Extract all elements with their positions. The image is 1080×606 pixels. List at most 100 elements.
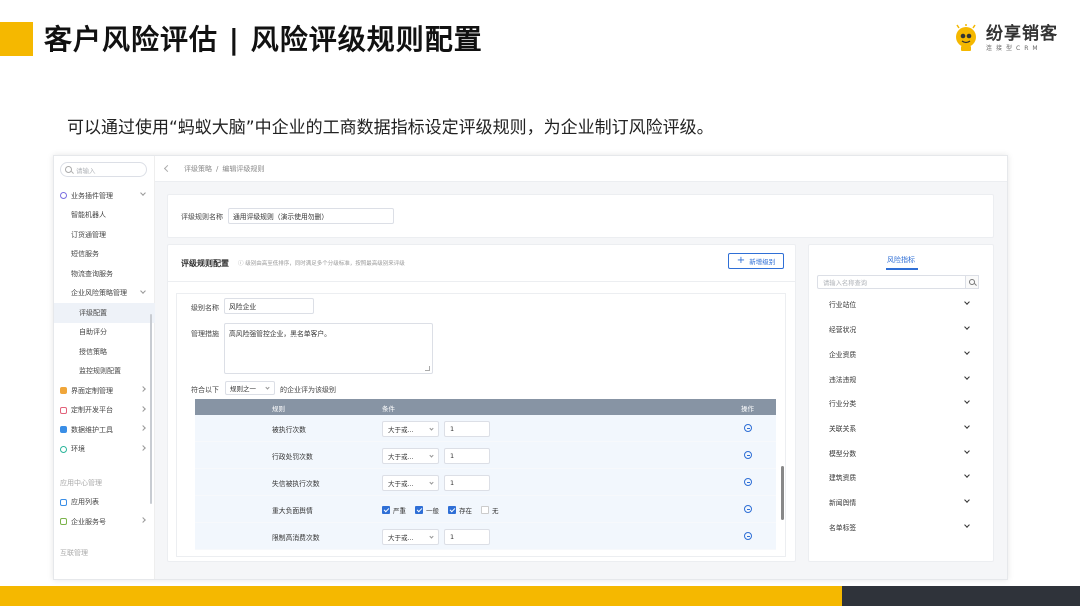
sidebar-item-logistics[interactable]: 物流查询服务: [54, 264, 155, 284]
chevron-down-icon[interactable]: [964, 398, 970, 404]
sidebar-scrollbar[interactable]: [150, 314, 152, 504]
layout-icon: [60, 387, 67, 395]
operator-select[interactable]: 大于或...: [382, 448, 439, 464]
remove-icon[interactable]: [744, 424, 752, 432]
sidebar-item-dev-platform[interactable]: 定制开发平台: [54, 401, 155, 421]
sidebar-search-input[interactable]: 请输入: [60, 162, 147, 177]
env-icon: [60, 445, 67, 453]
column-condition: 条件: [382, 405, 395, 413]
sidebar-item-sms[interactable]: 短信服务: [54, 245, 155, 265]
level-panel-scrollbar[interactable]: [781, 466, 784, 520]
chevron-down-icon[interactable]: [964, 349, 970, 355]
indicator-item[interactable]: 经营状况: [829, 324, 856, 334]
indicator-search-input[interactable]: 请输入名称查询: [817, 275, 979, 289]
search-icon: [969, 279, 975, 285]
sidebar-item-ui-customization[interactable]: 界面定制管理: [54, 381, 155, 401]
sidebar-item-environment[interactable]: 环境: [54, 440, 155, 460]
sidebar-item-plugin-management[interactable]: 业务插件管理: [54, 186, 155, 206]
chevron-right-icon: [140, 517, 146, 523]
dev-icon: [60, 406, 67, 414]
checkbox-severe[interactable]: 严重: [382, 505, 406, 515]
table-header: 规则 条件 操作: [195, 399, 776, 415]
add-level-button[interactable]: + 新增级别: [728, 253, 784, 269]
chevron-right-icon: [140, 405, 146, 412]
indicator-item[interactable]: 企业资质: [829, 349, 856, 359]
sidebar-item-label: 订货通管理: [71, 230, 106, 239]
chevron-down-icon[interactable]: [964, 299, 970, 305]
sidebar-item-credit-strategy[interactable]: 授信策略: [54, 342, 155, 362]
sidebar-item-label: 应用列表: [71, 498, 99, 507]
remove-icon[interactable]: [744, 478, 752, 486]
sidebar-item-monitor-rules[interactable]: 监控规则配置: [54, 362, 155, 382]
breadcrumb: 评级策略 / 编辑评级规则: [155, 156, 1007, 182]
app-icon: [60, 498, 67, 506]
sidebar-item-risk-strategy[interactable]: 企业风险策略管理: [54, 284, 155, 304]
rules-table: 规则 条件 操作 被执行次数 大于或... 1 行政处罚次数 大于或... 1: [195, 399, 776, 550]
sidebar-item-service-account[interactable]: 企业服务号: [54, 512, 155, 532]
sidebar-item-label: 数据维护工具: [71, 425, 113, 434]
chevron-down-icon: [429, 453, 434, 458]
tab-risk-indicators[interactable]: 风险指标: [809, 255, 993, 265]
indicator-item[interactable]: 行业站位: [829, 299, 856, 309]
checkbox-label: 一般: [426, 507, 439, 515]
sidebar-item-data-tools[interactable]: 数据维护工具: [54, 420, 155, 440]
sidebar-item-robot[interactable]: 智能机器人: [54, 206, 155, 226]
indicator-item[interactable]: 模型分数: [829, 448, 856, 458]
table-row: 限制高消费次数 大于或... 1: [195, 523, 776, 550]
match-mode-value: 规则之一: [230, 385, 256, 393]
divider: [168, 281, 795, 282]
chevron-down-icon[interactable]: [964, 448, 970, 454]
indicator-item[interactable]: 违法违规: [829, 374, 856, 384]
checkbox-exists[interactable]: 存在: [448, 505, 472, 515]
chevron-down-icon[interactable]: [964, 472, 970, 478]
back-arrow-icon[interactable]: [163, 164, 172, 173]
slide-title: 客户风险评估 | 风险评级规则配置: [44, 23, 483, 56]
operator-select[interactable]: 大于或...: [382, 421, 439, 437]
level-name-input[interactable]: 风险企业: [224, 298, 314, 314]
threshold-input[interactable]: 1: [444, 475, 490, 491]
threshold-input[interactable]: 1: [444, 448, 490, 464]
rule-name-card: 评级规则名称 通用评级规则（演示使用勿删）: [167, 194, 994, 238]
checkbox-normal[interactable]: 一般: [415, 505, 439, 515]
resize-handle-icon[interactable]: [425, 366, 430, 371]
sidebar-item-app-list[interactable]: 应用列表: [54, 493, 155, 513]
threshold-input[interactable]: 1: [444, 529, 490, 545]
indicator-item[interactable]: 新闻舆情: [829, 497, 856, 507]
search-button[interactable]: [965, 275, 979, 289]
chevron-down-icon[interactable]: [964, 522, 970, 528]
slide-subtitle: 可以通过使用“蚂蚁大脑”中企业的工商数据指标设定评级规则，为企业制订风险评级。: [67, 118, 714, 138]
level-name-label: 级别名称: [191, 304, 219, 312]
indicator-item[interactable]: 行业分类: [829, 398, 856, 408]
rating-config-card: 评级规则配置 ⓘ 级别由高至低排序，同时满足多个分级标准，按照最高级别来评级 +…: [167, 244, 796, 562]
sidebar-item-ordering[interactable]: 订货通管理: [54, 225, 155, 245]
remove-icon[interactable]: [744, 505, 752, 513]
indicator-item[interactable]: 名单标签: [829, 522, 856, 532]
remove-icon[interactable]: [744, 451, 752, 459]
chevron-down-icon: [429, 534, 434, 539]
operator-select[interactable]: 大于或...: [382, 475, 439, 491]
rule-name-input[interactable]: 通用评级规则（演示使用勿删）: [228, 208, 394, 224]
sidebar-item-rating-config[interactable]: 评级配置: [54, 303, 155, 323]
match-mode-select[interactable]: 规则之一: [225, 381, 275, 395]
operator-value: 大于或...: [388, 480, 414, 488]
sidebar-item-self-scoring[interactable]: 自助评分: [54, 323, 155, 343]
chevron-down-icon: [265, 385, 270, 390]
chevron-down-icon[interactable]: [964, 497, 970, 503]
brand-logo: 纷享销客 连接型CRM: [951, 24, 1058, 54]
chevron-down-icon[interactable]: [964, 423, 970, 429]
remove-icon[interactable]: [744, 532, 752, 540]
checkbox-none[interactable]: 无: [481, 505, 499, 515]
indicator-search-placeholder: 请输入名称查询: [823, 279, 868, 287]
operator-select[interactable]: 大于或...: [382, 529, 439, 545]
breadcrumb-parent[interactable]: 评级策略: [184, 164, 212, 174]
measure-textarea[interactable]: 高风险强管控企业，黑名单客户。: [224, 323, 433, 374]
threshold-input[interactable]: 1: [444, 421, 490, 437]
checkbox-unchecked-icon: [481, 506, 489, 514]
indicator-item[interactable]: 建筑资质: [829, 472, 856, 482]
indicator-item[interactable]: 关联关系: [829, 423, 856, 433]
sidebar-item-label: 评级配置: [79, 308, 107, 317]
chevron-down-icon[interactable]: [964, 324, 970, 330]
chevron-down-icon[interactable]: [964, 374, 970, 380]
match-suffix: 的企业评为该级别: [280, 386, 336, 394]
config-hint: ⓘ 级别由高至低排序，同时满足多个分级标准，按照最高级别来评级: [238, 261, 405, 267]
